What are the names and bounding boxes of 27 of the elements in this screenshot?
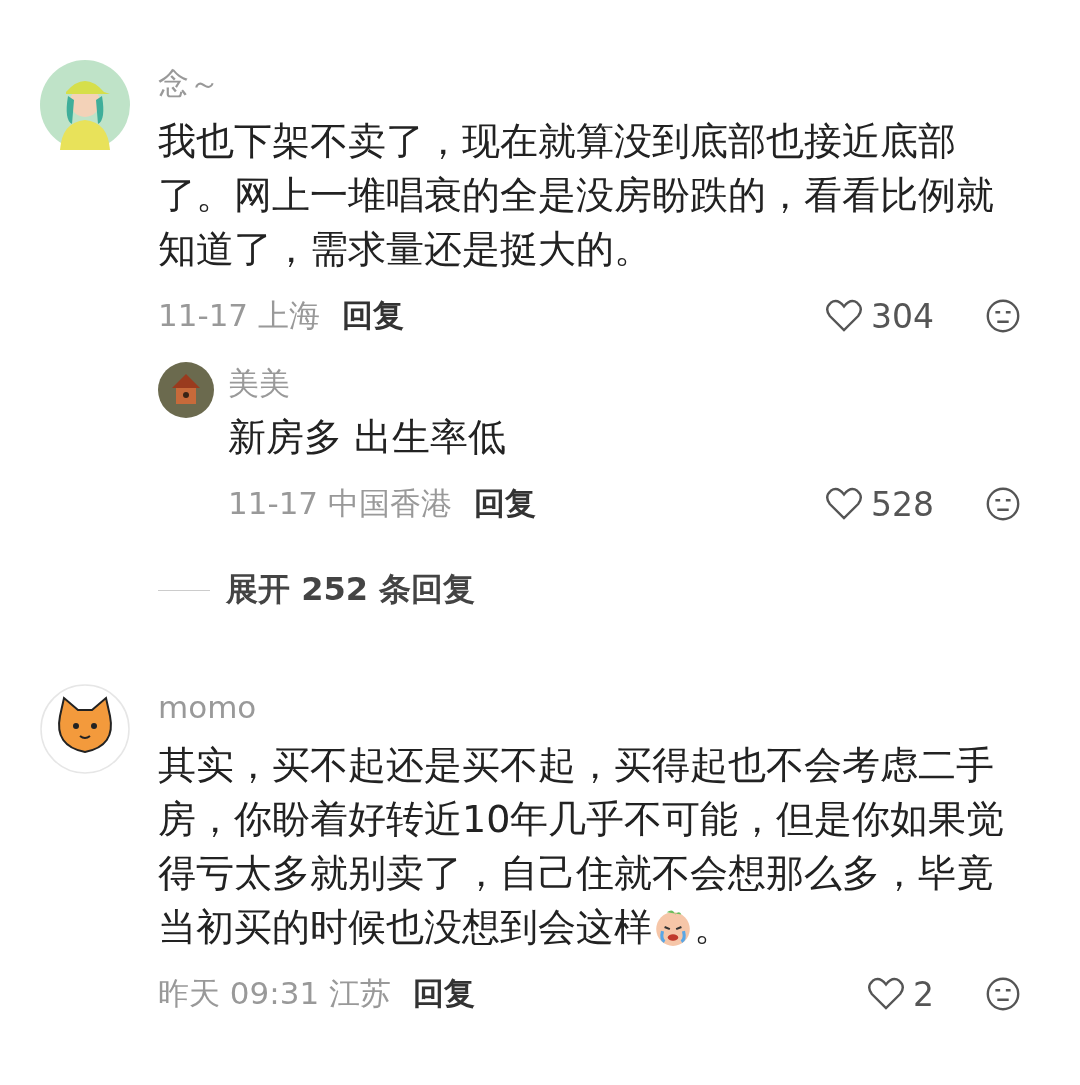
like-count: 304	[871, 296, 934, 336]
like-count: 2	[913, 974, 934, 1014]
reply-link[interactable]: 回复	[473, 483, 536, 525]
comment-meta: 11-17 中国香港	[228, 484, 452, 523]
neutral-face-icon[interactable]	[984, 297, 1022, 335]
comment-meta: 11-17 上海	[158, 296, 320, 335]
heart-icon[interactable]	[825, 487, 863, 521]
cat-avatar-icon	[40, 684, 130, 774]
reply-link[interactable]: 回复	[413, 973, 476, 1015]
heart-icon[interactable]	[825, 299, 863, 333]
neutral-face-icon[interactable]	[984, 975, 1022, 1013]
neutral-face-icon[interactable]	[984, 485, 1022, 523]
comment-text: 我也下架不卖了，现在就算没到底部也接近底部了。网上一堆唱衰的全是没房盼跌的，看看比例就知道了，需求量还是挺大的。	[158, 118, 995, 273]
user-name: momo	[158, 688, 258, 727]
birdhouse-avatar-icon	[158, 362, 214, 418]
comment-text: 其实，买不起还是买不起，买得起也不会考虑二手房，你盼着好转近10年几乎不可能，但是你如果觉得亏太多就别卖了，自己住就不会想那么多，毕竟	[158, 742, 1006, 897]
user-name: 念～	[158, 64, 221, 103]
comment-text: 。	[694, 904, 732, 951]
expand-replies-link[interactable]: 展开 252 条回复	[226, 568, 476, 612]
comment-text: 当初买的时候也没想到会这样	[158, 904, 652, 951]
reply-text: 新房多 出生率低	[228, 414, 507, 461]
user-name: 美美	[228, 364, 291, 403]
like-count: 528	[871, 484, 934, 524]
avatar-icon	[40, 60, 130, 150]
heart-icon[interactable]	[867, 977, 905, 1011]
comment-meta: 昨天 09:31 江苏	[158, 974, 392, 1013]
reply-link[interactable]: 回复	[341, 295, 404, 337]
